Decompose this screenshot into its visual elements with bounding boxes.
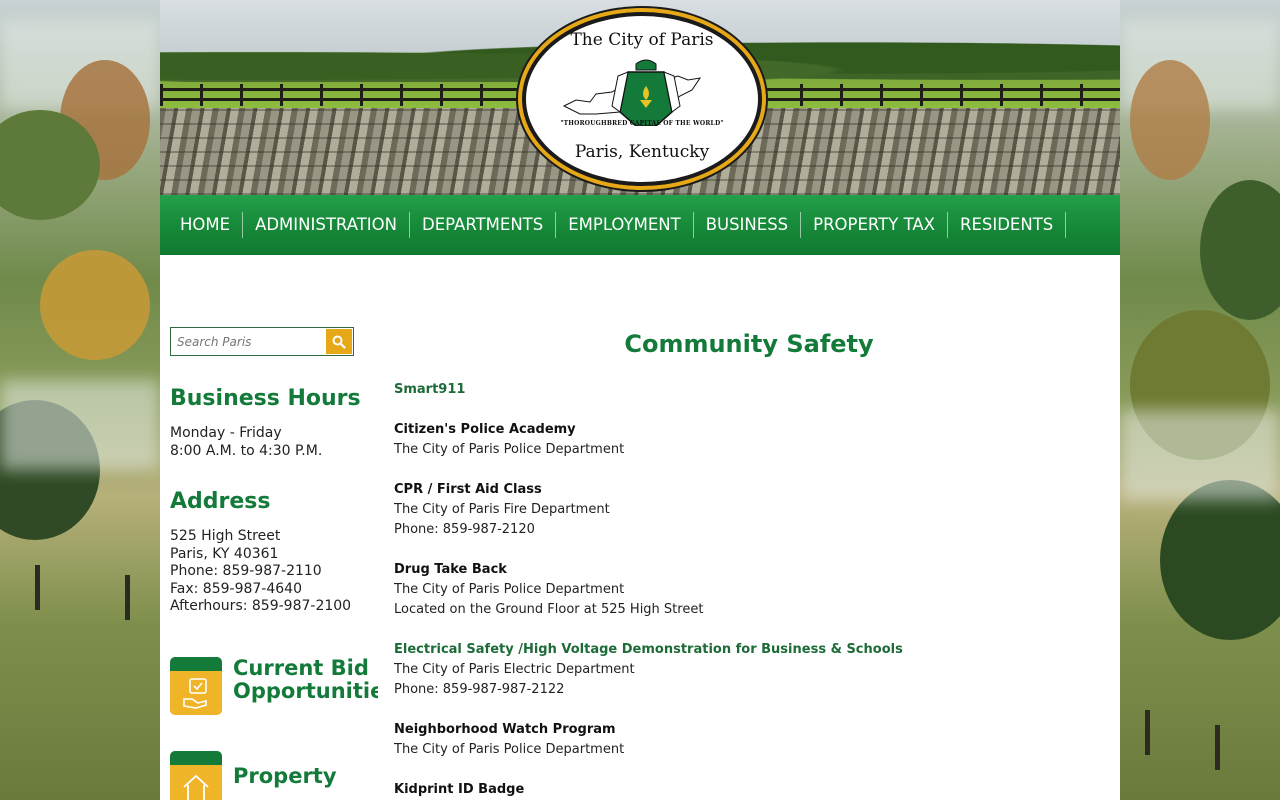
- page-title: Community Safety: [624, 330, 874, 358]
- nav-employment[interactable]: EMPLOYMENT: [556, 212, 692, 238]
- bid-icon: [170, 657, 222, 715]
- business-hours-text: Monday - Friday 8:00 A.M. to 4:30 P.M.: [170, 425, 322, 460]
- nav-administration[interactable]: ADMINISTRATION: [243, 212, 409, 238]
- electrical-safety-link[interactable]: Electrical Safety /High Voltage Demonstr…: [394, 640, 1104, 660]
- document-hand-icon: [183, 678, 207, 709]
- bid-label-line2: Opportunities: [233, 679, 378, 703]
- address-street: 525 High Street: [170, 528, 281, 544]
- entry-title: Neighborhood Watch Program: [394, 722, 616, 737]
- header-banner: The City of Paris "THOROUGHBRED CAPITAL …: [160, 0, 1120, 195]
- entry-line: Phone: 859-987-2120: [394, 522, 535, 537]
- safety-entry: Electrical Safety /High Voltage Demonstr…: [394, 640, 1104, 700]
- safety-entry: CPR / First Aid Class The City of Paris …: [394, 480, 1104, 540]
- city-seal-logo[interactable]: The City of Paris "THOROUGHBRED CAPITAL …: [522, 12, 762, 186]
- background-landscape-right: [1120, 0, 1280, 800]
- nav-home[interactable]: HOME: [168, 212, 242, 238]
- address-heading: Address: [170, 489, 271, 514]
- entry-line: The City of Paris Fire Department: [394, 502, 610, 517]
- seal-bottom-text: Paris, Kentucky: [574, 142, 710, 162]
- business-hours-heading: Business Hours: [170, 386, 361, 411]
- address-city: Paris, KY 40361: [170, 545, 279, 562]
- safety-entry: Citizen's Police Academy The City of Par…: [394, 420, 1104, 460]
- address-fax: Fax: 859-987-4640: [170, 580, 302, 597]
- bid-label-line1: Current Bid: [233, 657, 369, 680]
- property-icon: [170, 751, 222, 800]
- site-search: [170, 327, 354, 356]
- nav-property-tax[interactable]: PROPERTY TAX: [801, 212, 947, 238]
- entry-line: The City of Paris Police Department: [394, 742, 625, 757]
- hours-days: Monday - Friday: [170, 425, 282, 441]
- seal-motto-text: "THOROUGHBRED CAPITAL OF THE WORLD": [560, 120, 724, 127]
- entry-line: The City of Paris Police Department: [394, 442, 625, 457]
- quick-link-property[interactable]: Property: [170, 751, 378, 800]
- seal-top-text: The City of Paris: [570, 30, 714, 50]
- safety-entry: Kidprint ID Badge: [394, 780, 1104, 800]
- property-label: Property: [233, 765, 337, 788]
- main-navigation: HOME ADMINISTRATION DEPARTMENTS EMPLOYME…: [160, 195, 1120, 255]
- address-text: 525 High Street Paris, KY 40361 Phone: 8…: [170, 528, 351, 616]
- address-afterhours: Afterhours: 859-987-2100: [170, 598, 352, 615]
- entry-line: Phone: 859-987-987-2122: [394, 682, 565, 697]
- entry-title: CPR / First Aid Class: [394, 482, 542, 497]
- entry-line: The City of Paris Police Department: [394, 582, 625, 597]
- quick-link-bid-opportunities[interactable]: Current Bid Opportunities: [170, 657, 378, 715]
- entry-title: Drug Take Back: [394, 562, 507, 577]
- smart911-link[interactable]: Smart911: [394, 380, 1104, 400]
- kentucky-jockey-icon: [562, 59, 702, 126]
- nav-departments[interactable]: DEPARTMENTS: [410, 212, 555, 238]
- nav-residents[interactable]: RESIDENTS: [948, 212, 1065, 238]
- nav-divider: [1065, 212, 1067, 238]
- search-icon: [332, 335, 346, 349]
- page-container: The City of Paris "THOROUGHBRED CAPITAL …: [160, 0, 1120, 800]
- entry-line: Located on the Ground Floor at 525 High …: [394, 602, 704, 617]
- search-button[interactable]: [326, 329, 352, 354]
- entry-line: The City of Paris Electric Department: [394, 662, 635, 677]
- house-icon: [183, 774, 209, 800]
- safety-entry: Neighborhood Watch Program The City of P…: [394, 720, 1104, 760]
- search-input[interactable]: [171, 328, 325, 355]
- entry-title: Kidprint ID Badge: [394, 782, 525, 797]
- background-landscape-left: [0, 0, 160, 800]
- entry-title: Citizen's Police Academy: [394, 422, 576, 437]
- nav-business[interactable]: BUSINESS: [694, 212, 800, 238]
- safety-entry: Drug Take Back The City of Paris Police …: [394, 560, 1104, 620]
- address-phone: Phone: 859-987-2110: [170, 563, 322, 580]
- main-content: Community Safety Smart911 Citizen's Poli…: [394, 320, 1104, 800]
- hours-times: 8:00 A.M. to 4:30 P.M.: [170, 442, 323, 459]
